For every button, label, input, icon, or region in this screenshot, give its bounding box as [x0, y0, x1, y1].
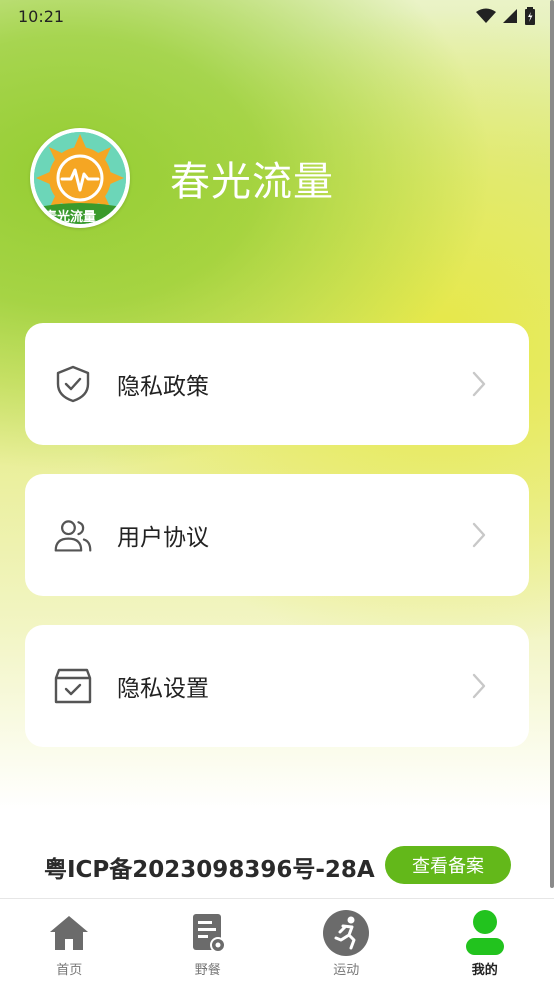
tab-home[interactable]: 首页	[0, 899, 139, 985]
tab-label: 运动	[333, 959, 359, 978]
profile-header: 春光流量 春光流量	[30, 128, 334, 228]
icp-number: 粤ICP备2023098396号-28A	[44, 850, 375, 884]
picnic-icon	[184, 909, 232, 957]
tab-label: 首页	[56, 959, 82, 978]
users-icon	[53, 515, 93, 555]
user-icon	[461, 909, 509, 957]
tab-sport[interactable]: 运动	[277, 899, 416, 985]
menu-item-label: 用户协议	[117, 518, 209, 552]
box-check-icon	[53, 666, 93, 706]
menu-item-privacy-policy[interactable]: 隐私政策	[25, 323, 529, 445]
menu-item-privacy-settings[interactable]: 隐私设置	[25, 625, 529, 747]
status-icons	[476, 7, 536, 25]
menu-item-user-agreement[interactable]: 用户协议	[25, 474, 529, 596]
chevron-right-icon	[469, 520, 489, 550]
app-logo-avatar[interactable]: 春光流量	[30, 128, 130, 228]
shield-check-icon	[53, 364, 93, 404]
status-bar: 10:21	[0, 0, 554, 32]
running-icon	[322, 909, 370, 957]
app-name: 春光流量	[170, 149, 334, 207]
logo-text: 春光流量	[44, 206, 96, 224]
tab-label: 我的	[472, 959, 498, 978]
status-time: 10:21	[18, 7, 64, 26]
bottom-tab-bar: 首页 野餐 运动 我的	[0, 898, 554, 985]
home-icon	[45, 909, 93, 957]
wifi-icon	[476, 8, 496, 24]
app-logo: 春光流量	[34, 132, 126, 224]
view-filing-button[interactable]: 查看备案	[385, 846, 511, 884]
chevron-right-icon	[469, 369, 489, 399]
chevron-right-icon	[469, 671, 489, 701]
tab-label: 野餐	[195, 959, 221, 978]
menu-item-label: 隐私政策	[117, 367, 209, 401]
scrollbar[interactable]	[550, 0, 554, 888]
battery-icon	[524, 7, 536, 25]
tab-mine[interactable]: 我的	[416, 899, 554, 985]
menu-item-label: 隐私设置	[117, 669, 209, 703]
tab-picnic[interactable]: 野餐	[139, 899, 278, 985]
signal-icon	[502, 8, 518, 24]
icp-footer: 粤ICP备2023098396号-28A 查看备案	[0, 830, 554, 898]
